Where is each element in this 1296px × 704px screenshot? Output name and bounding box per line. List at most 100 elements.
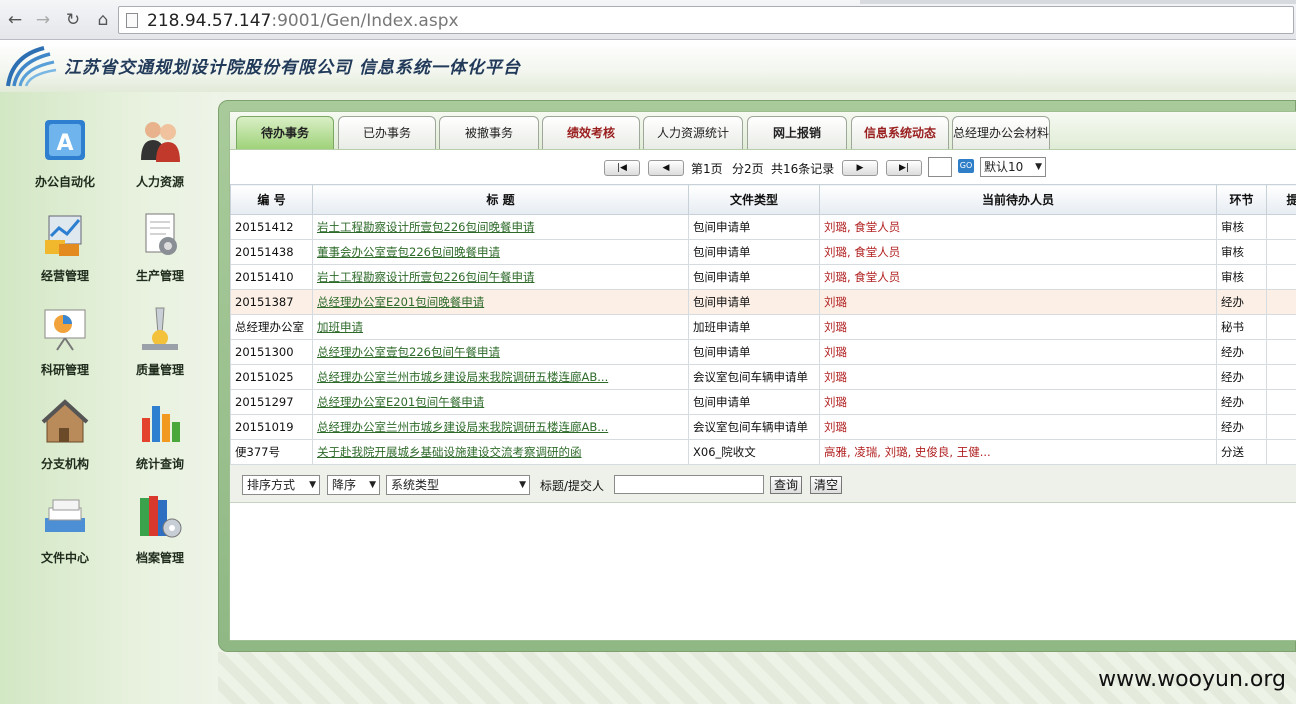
row-title-link[interactable]: 总经理办公室E201包间晚餐申请 (317, 295, 484, 309)
sidebar-item-human-resources[interactable]: 人力资源 (120, 116, 200, 196)
col-header-title[interactable]: 标 题 (312, 184, 689, 215)
forward-icon[interactable]: → (32, 9, 54, 31)
business-icon (45, 215, 82, 256)
cell-file-type: 加班申请单 (688, 314, 820, 340)
sidebar-item-label: 经营管理 (40, 269, 89, 283)
row-title-link[interactable]: 总经理办公室E201包间午餐申请 (317, 395, 484, 409)
cell-step: 分送 (1216, 439, 1267, 465)
archive-icon (140, 496, 182, 538)
row-title-link[interactable]: 关于赴我院开展城乡基础设施建设交流考察调研的函 (317, 445, 582, 459)
cell-submitter: 高 (1266, 439, 1296, 465)
row-title-link[interactable]: 总经理办公室壹包226包间午餐申请 (317, 345, 500, 359)
tab-hr-statistics[interactable]: 人力资源统计 (643, 116, 743, 149)
table-row[interactable]: 20151025 总经理办公室兰州市城乡建设局来我院调研五楼连廊AB... 会议… (230, 364, 1296, 390)
table-row[interactable]: 20151438 董事会办公室壹包226包间晚餐申请 包间申请单 刘璐, 食堂人… (230, 239, 1296, 265)
current-page: 第1页 (691, 162, 723, 176)
go-button[interactable]: GO (958, 159, 974, 173)
page-number-input[interactable] (928, 157, 952, 177)
cell-pending-person: 刘璐 (819, 314, 1217, 340)
col-header-file-type[interactable]: 文件类型 (688, 184, 820, 215)
tab-performance[interactable]: 绩效考核 (542, 116, 640, 149)
query-button[interactable]: 查询 (770, 476, 803, 494)
cell-number: 20151297 (230, 389, 313, 415)
app-title: 江苏省交通规划设计院股份有限公司 信息系统一体化平台 (64, 58, 521, 78)
sidebar-item-production[interactable]: 生产管理 (120, 210, 200, 290)
statistics-icon (142, 406, 180, 442)
cell-file-type: 包间申请单 (688, 339, 820, 365)
sort-mode-select[interactable]: 排序方式 ▼ (242, 475, 320, 495)
first-page-button[interactable]: |◀ (604, 160, 640, 176)
sidebar-item-research[interactable]: 科研管理 (25, 304, 105, 384)
col-header-number[interactable]: 编 号 (230, 184, 313, 215)
cell-pending-person: 刘璐, 食堂人员 (819, 214, 1217, 240)
row-title-link[interactable]: 董事会办公室壹包226包间晚餐申请 (317, 245, 500, 259)
sidebar-item-label: 分支机构 (40, 457, 89, 471)
row-title-link[interactable]: 总经理办公室兰州市城乡建设局来我院调研五楼连廊AB... (317, 420, 608, 434)
tab-gm-meeting[interactable]: 总经理办公会材料 (952, 116, 1050, 149)
cell-number: 总经理办公室 (230, 314, 313, 340)
quality-icon (142, 307, 178, 350)
chevron-down-icon: ▼ (1035, 162, 1042, 172)
next-page-button[interactable]: ▶ (842, 160, 878, 176)
reload-icon[interactable]: ↻ (62, 9, 84, 31)
col-header-step[interactable]: 环节 (1216, 184, 1267, 215)
cell-pending-person: 高雅, 凌瑞, 刘璐, 史俊良, 王健... (819, 439, 1217, 465)
cell-number: 20151025 (230, 364, 313, 390)
tab-withdrawn[interactable]: 被撤事务 (439, 116, 539, 149)
title-submitter-label: 标题/提交人 (540, 479, 605, 493)
table-row[interactable]: 总经理办公室 加班申请 加班申请单 刘璐 秘书 汤 (230, 314, 1296, 340)
home-icon[interactable]: ⌂ (92, 9, 114, 31)
sidebar-item-office-automation[interactable]: A 办公自动化 (25, 116, 105, 196)
tab-reimbursement[interactable]: 网上报销 (747, 116, 847, 149)
table-row[interactable]: 20151412 岩土工程勘察设计所壹包226包间晚餐申请 包间申请单 刘璐, … (230, 214, 1296, 240)
table-row[interactable]: 20151410 岩土工程勘察设计所壹包226包间午餐申请 包间申请单 刘璐, … (230, 264, 1296, 290)
table-row[interactable]: 20151300 总经理办公室壹包226包间午餐申请 包间申请单 刘璐 经办 汤 (230, 339, 1296, 365)
sidebar-item-business[interactable]: 经营管理 (25, 210, 105, 290)
prev-page-button[interactable]: ◀ (648, 160, 684, 176)
system-type-select[interactable]: 系统类型 ▼ (386, 475, 530, 495)
cell-pending-person: 刘璐 (819, 364, 1217, 390)
tab-pending[interactable]: 待办事务 (236, 116, 334, 149)
cell-number: 20151387 (230, 289, 313, 315)
row-title-link[interactable]: 岩土工程勘察设计所壹包226包间晚餐申请 (317, 220, 534, 234)
order-select[interactable]: 降序 ▼ (327, 475, 380, 495)
col-header-pending-person[interactable]: 当前待办人员 (819, 184, 1217, 215)
row-title-link[interactable]: 总经理办公室兰州市城乡建设局来我院调研五楼连廊AB... (317, 370, 608, 384)
cell-pending-person: 刘璐 (819, 414, 1217, 440)
office-automation-icon: A (45, 120, 85, 160)
browser-toolbar: ← → ↻ ⌂ 218.94.57.147:9001/Gen/Index.asp… (0, 0, 1296, 40)
tab-done[interactable]: 已办事务 (338, 116, 436, 149)
cell-submitter: 李龙 (1266, 214, 1296, 240)
cell-number: 便377号 (230, 439, 313, 465)
row-title-link[interactable]: 岩土工程勘察设计所壹包226包间午餐申请 (317, 270, 534, 284)
col-header-submitter[interactable]: 提交 (1266, 184, 1296, 215)
sidebar-item-files[interactable]: 文件中心 (25, 492, 105, 572)
table-row[interactable]: 20151297 总经理办公室E201包间午餐申请 包间申请单 刘璐 经办 汤 (230, 389, 1296, 415)
table-row[interactable]: 便377号 关于赴我院开展城乡基础设施建设交流考察调研的函 X06_院收文 高雅… (230, 439, 1296, 465)
cell-step: 审核 (1216, 264, 1267, 290)
cell-pending-person: 刘璐, 食堂人员 (819, 264, 1217, 290)
cell-submitter: 汤 (1266, 364, 1296, 390)
back-icon[interactable]: ← (4, 9, 26, 31)
cell-file-type: 包间申请单 (688, 264, 820, 290)
page-size-select[interactable]: 默认10 ▼ (980, 157, 1046, 177)
cell-step: 审核 (1216, 239, 1267, 265)
main-panel: 待办事务 已办事务 被撤事务 绩效考核 人力资源统计 网上报销 信息系统动态 总… (218, 100, 1296, 652)
table-header-row: 编 号 标 题 文件类型 当前待办人员 环节 提交 (230, 184, 1296, 215)
row-title-link[interactable]: 加班申请 (317, 320, 363, 334)
cell-file-type: 会议室包间车辆申请单 (688, 414, 820, 440)
clear-button[interactable]: 清空 (810, 476, 843, 494)
files-icon (45, 499, 85, 532)
sidebar-item-archive[interactable]: 档案管理 (120, 492, 200, 572)
cell-file-type: 包间申请单 (688, 389, 820, 415)
sidebar-item-quality[interactable]: 质量管理 (120, 304, 200, 384)
last-page-button[interactable]: ▶| (886, 160, 922, 176)
sidebar-item-branch[interactable]: 分支机构 (25, 398, 105, 478)
table-row[interactable]: 20151019 总经理办公室兰州市城乡建设局来我院调研五楼连廊AB... 会议… (230, 414, 1296, 440)
address-bar[interactable]: 218.94.57.147:9001/Gen/Index.aspx (118, 6, 1294, 34)
tab-system-news[interactable]: 信息系统动态 (851, 116, 949, 149)
cell-step: 经办 (1216, 289, 1267, 315)
sidebar-item-statistics[interactable]: 统计查询 (120, 398, 200, 478)
table-row[interactable]: 20151387 总经理办公室E201包间晚餐申请 包间申请单 刘璐 经办 汤 (230, 289, 1296, 315)
title-submitter-input[interactable] (614, 475, 764, 494)
